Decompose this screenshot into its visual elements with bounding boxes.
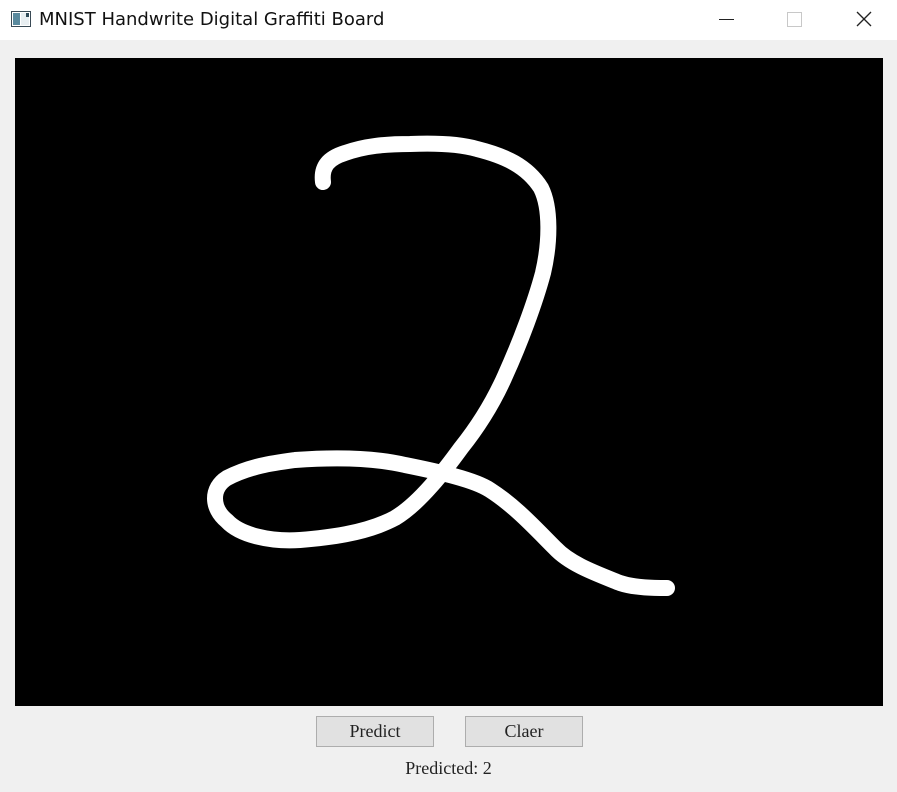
close-icon xyxy=(856,11,872,27)
window-title: MNIST Handwrite Digital Graffiti Board xyxy=(39,9,385,30)
minimize-button[interactable] xyxy=(703,0,749,40)
prediction-result: Predicted: 2 xyxy=(405,758,492,778)
clear-button[interactable]: Claer xyxy=(465,716,583,747)
app-window: MNIST Handwrite Digital Graffiti Board P… xyxy=(0,0,897,792)
maximize-button[interactable] xyxy=(771,0,817,40)
handwritten-stroke xyxy=(207,135,675,596)
predict-button[interactable]: Predict xyxy=(316,716,434,747)
drawing-canvas[interactable] xyxy=(15,58,883,706)
close-button[interactable] xyxy=(841,0,887,40)
maximize-icon xyxy=(787,12,802,27)
title-bar: MNIST Handwrite Digital Graffiti Board xyxy=(0,0,897,40)
app-window-icon xyxy=(11,11,31,27)
minimize-icon xyxy=(719,19,734,20)
